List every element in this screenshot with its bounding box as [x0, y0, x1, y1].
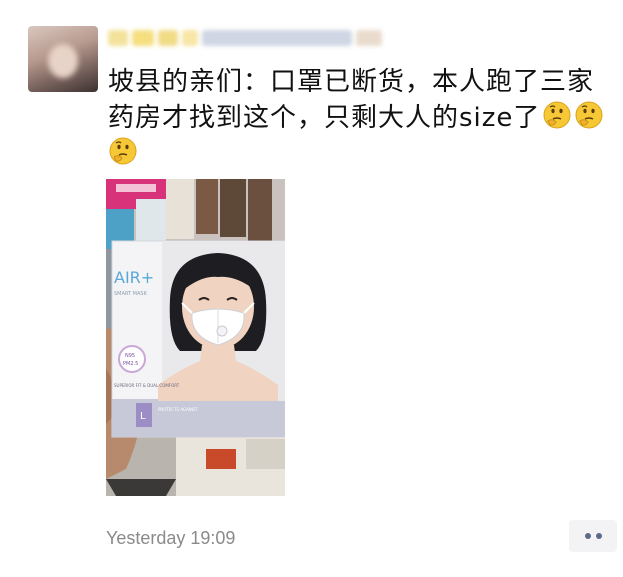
- mask-box-photo: AIR+ SMART MASK N95 PM2.5 SUPERIOR FIT &…: [106, 179, 285, 496]
- more-options-button[interactable]: [569, 520, 617, 552]
- post-body: 坡县的亲们：口罩已断货，本人跑了三家药房才找到这个，只剩大人的size了: [108, 67, 595, 133]
- thinking-face-icon: [108, 136, 138, 166]
- n95-badge: N95: [125, 353, 135, 359]
- thinking-face-icon: [542, 100, 572, 130]
- brand-subtitle: SMART MASK: [114, 291, 148, 297]
- size-label: L: [140, 411, 146, 422]
- thinking-face-icon: [574, 100, 604, 130]
- post-timestamp: Yesterday 19:09: [106, 528, 236, 548]
- protects-label: PROTECTS AGAINST: [158, 407, 199, 412]
- brand-label: AIR+: [114, 268, 154, 287]
- post-photo[interactable]: AIR+ SMART MASK N95 PM2.5 SUPERIOR FIT &…: [106, 179, 285, 496]
- more-dot-icon: [595, 533, 602, 539]
- username-redacted[interactable]: [108, 28, 382, 48]
- post-text: 坡县的亲们：口罩已断货，本人跑了三家药房才找到这个，只剩大人的size了: [108, 64, 608, 172]
- more-dot-icon: [584, 533, 591, 539]
- pm25-badge: PM2.5: [123, 361, 138, 367]
- avatar[interactable]: [28, 26, 98, 92]
- moments-post: 坡县的亲们：口罩已断货，本人跑了三家药房才找到这个，只剩大人的size了 AIR…: [0, 0, 623, 577]
- features-label: SUPERIOR FIT & DUAL COMFORT: [114, 383, 180, 388]
